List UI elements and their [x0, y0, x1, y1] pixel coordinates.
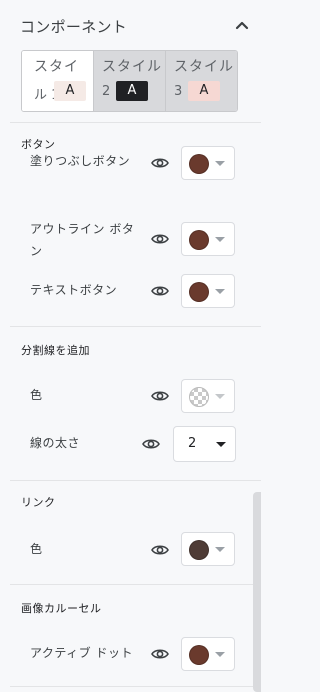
style-3-button[interactable]: スタイル 3 A: [166, 51, 237, 111]
caret-down-icon: [215, 652, 225, 657]
visibility-eye-icon[interactable]: [151, 233, 169, 245]
link-color-label: 色: [30, 542, 43, 556]
caret-down-icon: [216, 442, 226, 447]
style-selector: スタイ ル 1 A スタイル 2 A スタイル 3 A: [21, 50, 238, 112]
section-divider: [10, 326, 261, 327]
section-divider: [10, 584, 261, 585]
divider-width-label: 線の太さ: [30, 436, 81, 450]
active-dot-label: アクティブ ドット: [30, 646, 133, 660]
scrollbar[interactable]: [253, 492, 261, 692]
caret-down-icon: [215, 237, 225, 242]
components-header[interactable]: コンポーネント: [20, 14, 251, 38]
style-1-button[interactable]: スタイ ル 1 A: [22, 51, 94, 111]
style-3-label: スタイル: [174, 59, 234, 75]
section-divider: [10, 686, 261, 687]
style-1-label: スタイ: [34, 59, 79, 75]
visibility-eye-icon[interactable]: [151, 285, 169, 297]
divider-width-value: 2: [188, 436, 197, 451]
caret-down-icon: [215, 289, 225, 294]
link-color-picker[interactable]: [181, 532, 235, 566]
outline-button-color-picker[interactable]: [181, 222, 235, 256]
components-title: コンポーネント: [20, 18, 128, 36]
outline-button-label: アウトライン ボタン: [30, 222, 135, 258]
style-1-chip: A: [54, 81, 86, 101]
style-3-chip: A: [188, 81, 220, 101]
visibility-eye-icon[interactable]: [151, 544, 169, 556]
section-divider: [10, 480, 261, 481]
visibility-eye-icon[interactable]: [151, 157, 169, 169]
caret-down-icon: [215, 547, 225, 552]
style-2-button[interactable]: スタイル 2 A: [94, 51, 166, 111]
color-swatch: [189, 282, 209, 302]
section-carousel-heading: 画像カルーセル: [21, 602, 102, 615]
color-swatch: [189, 154, 209, 174]
caret-down-icon: [215, 394, 225, 399]
style-2-label: スタイル: [102, 59, 162, 75]
section-add-divider-heading: 分割線を追加: [21, 344, 90, 357]
transparent-swatch: [189, 387, 209, 407]
style-2-chip: A: [116, 81, 148, 101]
color-swatch: [189, 540, 209, 560]
divider-color-picker[interactable]: [181, 379, 235, 413]
color-swatch: [189, 230, 209, 250]
active-dot-color-picker[interactable]: [181, 637, 235, 671]
text-button-color-picker[interactable]: [181, 274, 235, 308]
filled-button-color-picker[interactable]: [181, 146, 235, 180]
section-divider: [10, 122, 261, 123]
divider-color-label: 色: [30, 388, 43, 402]
style-2-number: 2: [102, 84, 111, 99]
caret-down-icon: [215, 161, 225, 166]
section-link-heading: リンク: [21, 496, 56, 509]
text-button-label: テキストボタン: [30, 283, 118, 297]
color-swatch: [189, 645, 209, 665]
chevron-up-icon[interactable]: [233, 16, 251, 34]
divider-width-select[interactable]: 2: [173, 426, 236, 462]
style-3-number: 3: [174, 84, 183, 99]
visibility-eye-icon[interactable]: [151, 648, 169, 660]
visibility-eye-icon[interactable]: [142, 438, 160, 450]
visibility-eye-icon[interactable]: [151, 390, 169, 402]
components-panel: コンポーネント スタイ ル 1 A スタイル 2 A スタイル 3 A ボタン …: [0, 0, 261, 692]
filled-button-label: 塗りつぶしボタン: [30, 154, 131, 168]
